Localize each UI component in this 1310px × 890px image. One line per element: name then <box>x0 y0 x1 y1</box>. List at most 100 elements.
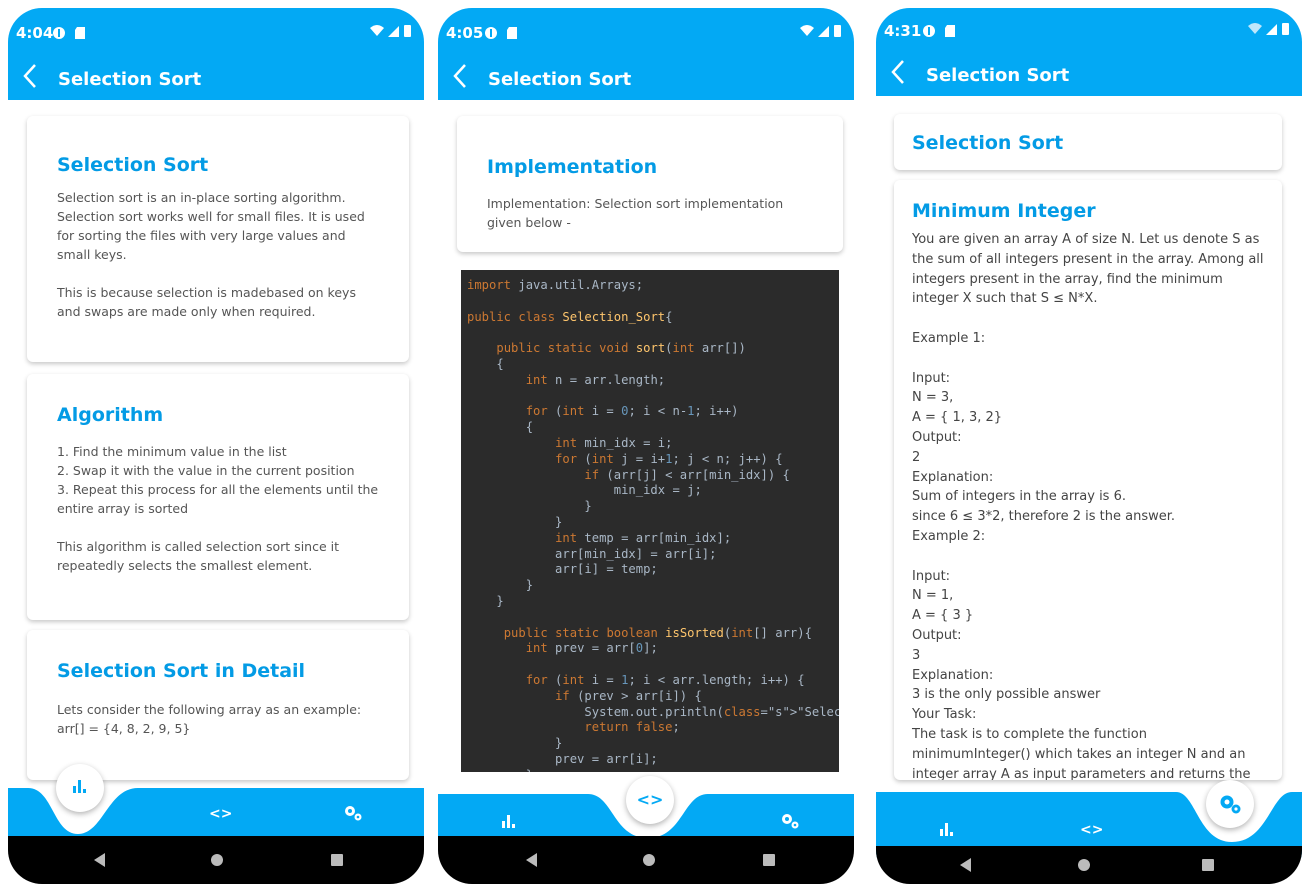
status-bar: 4:05 <box>438 8 854 54</box>
intro-card: Selection Sort Selection sort is an in-p… <box>27 116 409 362</box>
wifi-signal-battery-icon <box>1246 22 1292 40</box>
bar-chart-icon <box>73 779 87 793</box>
status-time: 4:31 <box>884 22 922 40</box>
code-line: System.out.println(class="s">"Selection … <box>467 704 839 719</box>
back-arrow-icon[interactable] <box>22 62 38 95</box>
card-title: Algorithm <box>57 404 164 426</box>
status-bar: 4:31 <box>876 8 1302 50</box>
gears-icon[interactable] <box>780 812 800 834</box>
code-line: } <box>467 499 592 514</box>
app-notification-icon <box>484 26 498 44</box>
code-line: if (arr[j] < arr[min_idx]) { <box>584 467 790 482</box>
code-line: { <box>467 356 504 371</box>
stats-tab-button[interactable] <box>940 822 954 840</box>
stats-tab-button[interactable] <box>502 814 516 832</box>
code-line: { <box>467 420 534 435</box>
status-bar: 4:04 <box>8 8 424 54</box>
code-line: arr[min_idx] = arr[i]; <box>467 546 717 561</box>
wifi-signal-battery-icon <box>798 24 844 42</box>
system-nav-bar <box>8 836 424 884</box>
code-line: for (int i = 0; i < n-1; i++) <box>525 404 739 419</box>
system-back-icon[interactable] <box>526 853 537 867</box>
code-line: if (prev > arr[i]) { <box>555 688 702 703</box>
card-text: You are given an array A of size N. Let … <box>912 232 1264 780</box>
sd-card-icon <box>506 26 518 44</box>
wifi-signal-battery-icon <box>368 24 414 42</box>
card-text: 1. Find the minimum value in the list 2.… <box>57 444 379 573</box>
card-title: Implementation <box>487 156 658 178</box>
card-text: Lets consider the following array as an … <box>57 702 362 736</box>
card-text: Selection sort is an in-place sorting al… <box>57 190 365 319</box>
algorithm-card: Algorithm 1. Find the minimum value in t… <box>27 374 409 620</box>
app-notification-icon <box>52 26 66 44</box>
code-line: } <box>467 514 563 529</box>
code-line: prev = arr[i]; <box>467 751 658 766</box>
code-line: for (int i = 1; i < arr.length; i++) { <box>525 672 805 687</box>
phone-screen-3: 4:31 Selection Sort Selection Sort Minim… <box>876 8 1302 884</box>
back-arrow-icon[interactable] <box>452 62 468 95</box>
code-line: public class Selection_Sort{ <box>467 309 673 324</box>
status-time: 4:05 <box>446 24 484 42</box>
system-nav-bar <box>876 846 1302 884</box>
code-line: arr[i] = temp; <box>467 562 658 577</box>
card-text: Implementation: Selection sort implement… <box>487 196 784 230</box>
card-title: Selection Sort <box>57 154 209 176</box>
topic-title-card: Selection Sort <box>894 114 1282 170</box>
page-title: Selection Sort <box>488 69 632 90</box>
card-title: Selection Sort in Detail <box>57 660 306 682</box>
code-line: } <box>467 578 534 593</box>
app-bar: Selection Sort <box>8 54 424 100</box>
code-line: for (int j = i+1; j < n; j++) { <box>555 451 783 466</box>
code-line: return false; <box>584 720 680 735</box>
phone-screen-1: 4:04 Selection Sort Selection Sort Selec… <box>8 8 424 884</box>
code-line: public static void sort(int arr[]) <box>496 341 746 356</box>
bar-chart-icon <box>940 822 954 836</box>
bar-chart-icon <box>502 814 516 828</box>
code-tab-button[interactable]: <> <box>209 806 232 822</box>
gears-icon <box>1220 795 1241 814</box>
code-line: import java.util.Arrays; <box>467 278 644 292</box>
code-line: int n = arr.length; <box>525 372 666 387</box>
card-title: Selection Sort <box>912 132 1064 154</box>
gears-icon[interactable] <box>343 804 363 826</box>
code-tab-button[interactable]: <> <box>626 776 674 824</box>
system-recents-icon[interactable] <box>331 854 343 866</box>
system-back-icon[interactable] <box>94 853 105 867</box>
bottom-navigation: <> <box>8 754 424 844</box>
code-line: min_idx = j; <box>467 483 702 498</box>
settings-tab-button[interactable] <box>1206 780 1254 828</box>
code-line: int prev = arr[0]; <box>525 641 658 656</box>
sd-card-icon <box>74 26 86 44</box>
app-bar: Selection Sort <box>876 50 1302 96</box>
system-home-icon[interactable] <box>643 854 655 866</box>
system-nav-bar <box>438 836 854 884</box>
code-line: int temp = arr[min_idx]; <box>555 530 732 545</box>
sd-card-icon <box>944 24 956 42</box>
code-line: public static boolean isSorted(int[] arr… <box>503 625 812 640</box>
code-tab-button[interactable]: <> <box>1080 822 1103 838</box>
back-arrow-icon[interactable] <box>890 58 906 91</box>
implementation-card: Implementation Implementation: Selection… <box>457 116 843 252</box>
problem-card: Minimum Integer You are given an array A… <box>894 180 1282 780</box>
page-title: Selection Sort <box>58 69 202 90</box>
code-line: } <box>467 736 563 751</box>
page-title: Selection Sort <box>926 65 1070 86</box>
code-line: } <box>467 593 504 608</box>
system-recents-icon[interactable] <box>1202 859 1214 871</box>
system-home-icon[interactable] <box>211 854 223 866</box>
stats-tab-button[interactable] <box>56 764 104 812</box>
code-block: import java.util.Arrays; public class Se… <box>461 270 839 772</box>
app-notification-icon <box>922 24 936 42</box>
system-home-icon[interactable] <box>1078 859 1090 871</box>
system-recents-icon[interactable] <box>763 854 775 866</box>
system-back-icon[interactable] <box>960 858 971 872</box>
app-bar: Selection Sort <box>438 54 854 100</box>
phone-screen-2: 4:05 Selection Sort Implementation Imple… <box>438 8 854 884</box>
card-title: Minimum Integer <box>912 200 1096 222</box>
code-line: int min_idx = i; <box>555 435 673 450</box>
